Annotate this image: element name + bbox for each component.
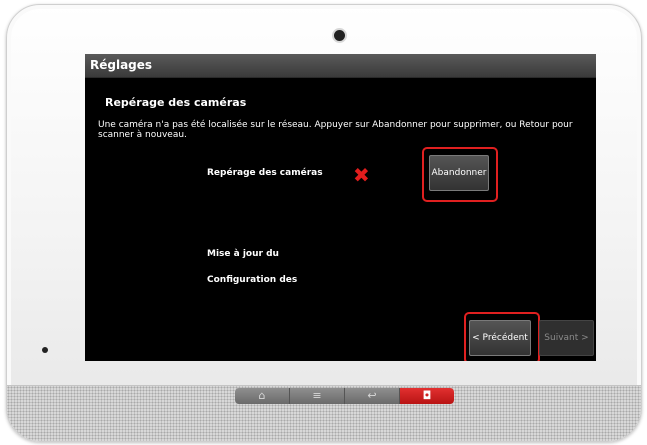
error-x-icon: ✖ bbox=[353, 163, 370, 187]
step-label-configuration: Configuration des bbox=[207, 275, 298, 285]
menu-icon[interactable]: ≡ bbox=[290, 388, 345, 404]
front-camera bbox=[334, 30, 345, 41]
step-label-update: Mise à jour du bbox=[207, 249, 279, 259]
step-label-camera-detection: Repérage des caméras bbox=[207, 168, 323, 178]
section-heading: Repérage des caméras bbox=[105, 96, 247, 109]
next-button[interactable]: Suivant > bbox=[539, 320, 594, 356]
page-title: Réglages bbox=[85, 54, 596, 78]
alarm-icon[interactable]: ◘ bbox=[400, 388, 454, 404]
home-icon[interactable]: ⌂ bbox=[235, 388, 290, 404]
previous-button[interactable]: < Précédent bbox=[469, 320, 531, 356]
tablet-device: Réglages Repérage des caméras Une caméra… bbox=[6, 4, 642, 442]
error-message: Une caméra n'a pas été localisée sur le … bbox=[98, 120, 573, 140]
screen: Réglages Repérage des caméras Une caméra… bbox=[85, 54, 596, 361]
back-icon[interactable]: ↩ bbox=[345, 388, 400, 404]
status-led bbox=[42, 347, 48, 353]
abort-button[interactable]: Abandonner bbox=[429, 155, 489, 191]
hardware-button-bar: ⌂ ≡ ↩ ◘ bbox=[235, 388, 454, 404]
